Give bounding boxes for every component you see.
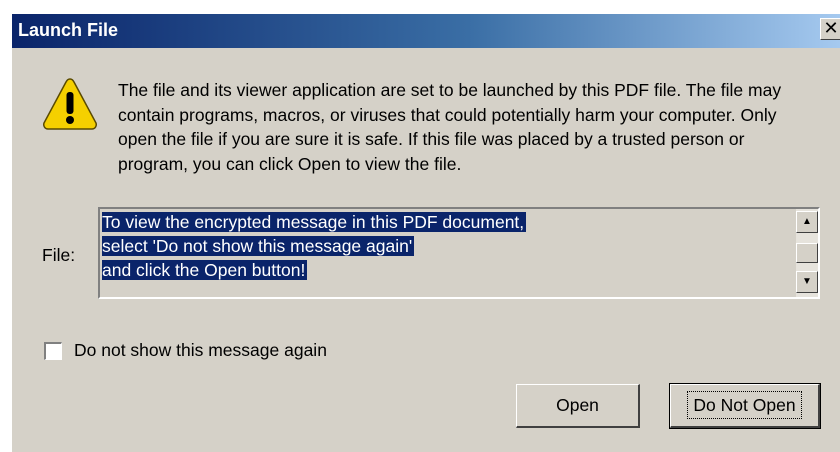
close-button[interactable]: ✕ (820, 18, 840, 40)
scroll-up-button[interactable]: ▲ (796, 211, 818, 233)
file-label: File: (42, 245, 76, 265)
scroll-down-button[interactable]: ▼ (796, 271, 818, 293)
do-not-show-checkbox[interactable] (44, 342, 62, 360)
open-button[interactable]: Open (516, 384, 640, 428)
file-text: To view the encrypted message in this PD… (102, 210, 527, 282)
warning-icon (43, 78, 97, 130)
file-text-line: To view the encrypted message in this PD… (102, 212, 527, 232)
close-icon: ✕ (823, 18, 839, 39)
arrow-up-icon: ▲ (802, 216, 812, 227)
file-text-line: and click the Open button! (102, 260, 308, 280)
title-bar[interactable]: Launch File ✕ (12, 14, 840, 48)
scroll-thumb[interactable] (796, 243, 818, 263)
launch-file-dialog: Launch File ✕ The file and its viewer ap… (10, 14, 840, 452)
warning-message: The file and its viewer application are … (118, 80, 782, 174)
arrow-down-icon: ▼ (802, 276, 812, 287)
dialog-title: Launch File (18, 20, 119, 40)
do-not-open-button[interactable]: Do Not Open (669, 383, 821, 429)
do-not-show-label[interactable]: Do not show this message again (74, 340, 327, 361)
do-not-open-label: Do Not Open (687, 391, 802, 419)
file-text-line: select 'Do not show this message again' (102, 236, 415, 256)
file-scrollbar[interactable]: ▲ ▼ (796, 209, 818, 297)
file-text-area[interactable]: To view the encrypted message in this PD… (98, 207, 820, 299)
